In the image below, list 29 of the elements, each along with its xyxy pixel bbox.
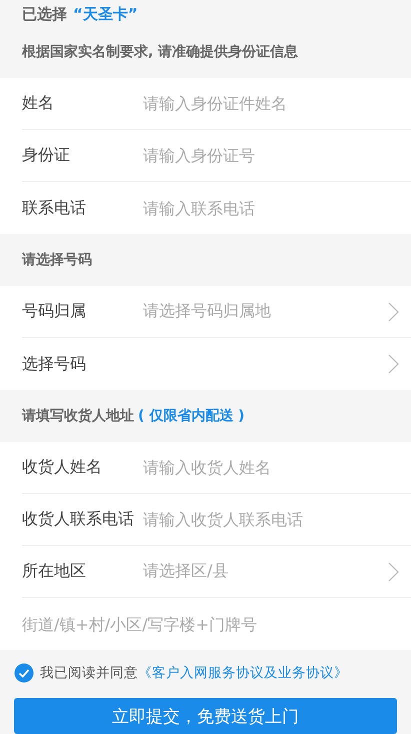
submit-button[interactable]: 立即提交，免费送货上门 — [14, 698, 397, 734]
agreement-link[interactable]: 《客户入网服务协议及业务协议》 — [138, 664, 348, 682]
section-heading: 请填写收货人地址 — [22, 407, 134, 425]
input-field[interactable]: 请输入收货人姓名 — [143, 458, 399, 477]
field-label: 姓名 — [22, 93, 55, 114]
input-field[interactable]: 街道/镇+村/小区/写字楼+门牌号 — [22, 614, 399, 634]
input-field[interactable]: 请输入身份证号 — [143, 146, 399, 165]
input-field[interactable]: 请输入联系电话 — [143, 198, 399, 218]
select-field[interactable]: 请选择区/县 — [143, 561, 388, 582]
field-label: 收货人姓名 — [22, 457, 103, 478]
chevron-right-icon — [388, 354, 399, 374]
field-label: 收货人联系电话 — [22, 509, 135, 530]
field-label: 联系电话 — [22, 198, 87, 218]
input-field[interactable]: 请输入收货人联系电话 — [143, 510, 399, 529]
section-heading: 请选择号码 — [22, 251, 92, 269]
select-field[interactable]: 请选择号码归属地 — [143, 301, 388, 322]
field-label: 选择号码 — [22, 354, 87, 374]
chevron-right-icon — [388, 302, 399, 322]
section-note: ( 仅限省内配送 ) — [138, 407, 245, 425]
card-name: “天圣卡” — [73, 5, 138, 23]
agreement-text: 我已阅读并同意 — [40, 664, 138, 682]
notice-text: 根据国家实名制要求, 请准确提供身份证信息 — [22, 42, 300, 62]
input-field[interactable]: 请输入身份证件姓名 — [143, 94, 399, 113]
checkbox[interactable] — [14, 663, 34, 683]
field-label: 身份证 — [22, 145, 71, 166]
field-label: 所在地区 — [22, 561, 87, 582]
selected-title: 已选择 — [22, 5, 67, 23]
chevron-right-icon — [388, 562, 399, 582]
field-label: 号码归属 — [22, 301, 87, 322]
